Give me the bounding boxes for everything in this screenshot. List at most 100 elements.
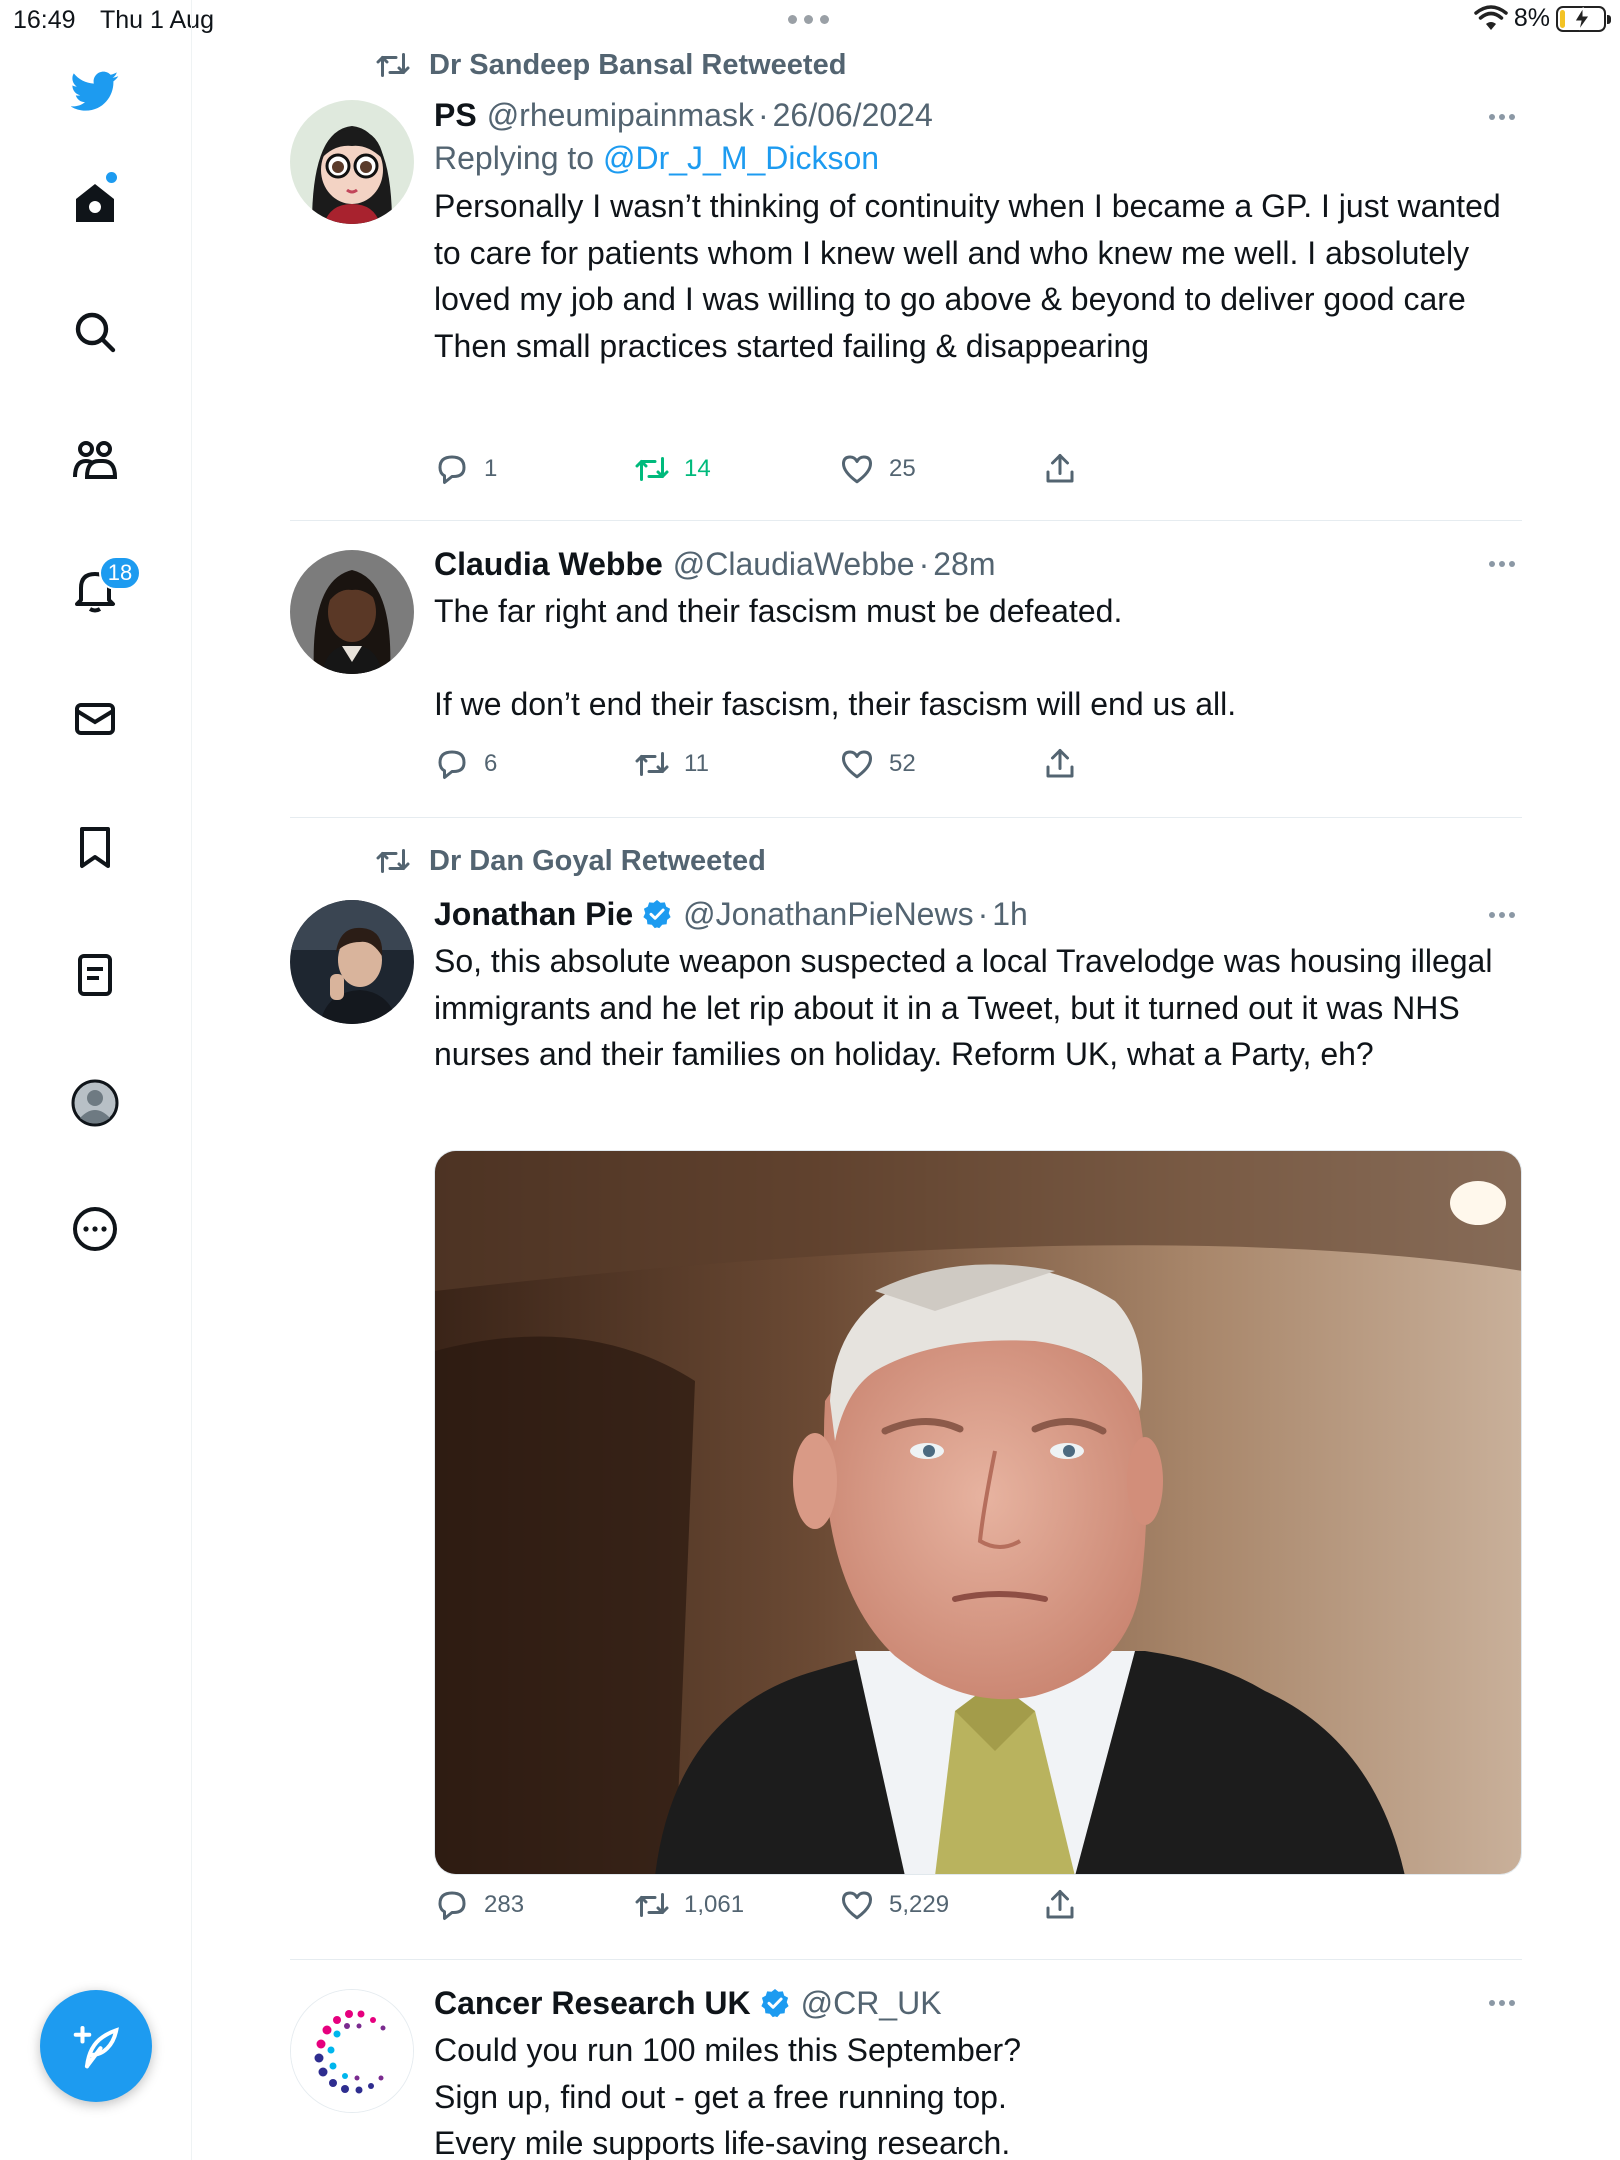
retweet-context[interactable]: Dr Sandeep Bansal Retweeted <box>375 45 846 85</box>
tweet-media-image[interactable] <box>434 1150 1522 1875</box>
share-button[interactable] <box>1042 746 1078 782</box>
tweet-timestamp[interactable]: 1h <box>992 894 1028 934</box>
replying-to: Replying to @Dr_J_M_Dickson <box>434 135 1522 181</box>
tweet-author-name[interactable]: PS <box>434 95 477 135</box>
avatar[interactable] <box>290 1989 414 2113</box>
tweet-author-name[interactable]: Claudia Webbe <box>434 544 663 584</box>
tweet-author-name[interactable]: Cancer Research UK <box>434 1983 751 2023</box>
share-button[interactable] <box>1042 1887 1078 1923</box>
reply-icon <box>438 750 466 779</box>
tweet-author-handle[interactable]: @CR_UK <box>801 1983 942 2023</box>
tweet-author-handle[interactable]: @ClaudiaWebbe <box>673 544 915 584</box>
tweet-text: So, this absolute weapon suspected a loc… <box>434 943 1502 1072</box>
share-button[interactable] <box>1042 451 1078 487</box>
retweet-button[interactable]: 11 <box>634 746 709 782</box>
profile-icon[interactable] <box>66 1074 124 1132</box>
reply-icon <box>438 1891 466 1920</box>
tweet-author-name[interactable]: Jonathan Pie <box>434 894 633 934</box>
avatar[interactable] <box>290 550 414 674</box>
tweet-header: Cancer Research UK @CR_UK <box>434 1983 1522 2023</box>
verified-badge-icon <box>643 900 671 929</box>
tweet-card[interactable]: Dr Sandeep Bansal Retweeted PS @rheumipa… <box>290 40 1522 521</box>
separator-dot: · <box>918 546 930 582</box>
like-button[interactable]: 25 <box>839 451 916 487</box>
more-icon[interactable] <box>66 1200 124 1258</box>
like-count: 25 <box>889 455 916 482</box>
retweet-context-text: Dr Dan Goyal Retweeted <box>429 844 766 877</box>
retweet-count: 11 <box>684 750 709 777</box>
heart-icon <box>842 455 872 484</box>
tweet-more-button[interactable] <box>1482 900 1522 930</box>
like-count: 5,229 <box>889 1891 950 1918</box>
bookmarks-icon[interactable] <box>66 818 124 876</box>
retweet-context[interactable]: Dr Dan Goyal Retweeted <box>375 841 766 881</box>
retweet-context-text: Dr Sandeep Bansal Retweeted <box>429 48 847 81</box>
share-icon <box>1046 454 1074 483</box>
home-icon[interactable] <box>66 174 124 232</box>
reply-count: 6 <box>484 750 498 777</box>
tweet-header: Jonathan Pie @JonathanPieNews · 1h <box>434 894 1522 934</box>
retweet-icon <box>376 849 410 873</box>
separator-dot: · <box>757 97 769 133</box>
sidebar: 18 <box>0 0 192 2160</box>
separator-dot: · <box>977 896 989 932</box>
tweet-text: The far right and their fascism must be … <box>434 593 1237 722</box>
tweet-more-button[interactable] <box>1482 1988 1522 2018</box>
like-button[interactable]: 52 <box>839 746 916 782</box>
retweet-button[interactable]: 1,061 <box>634 1887 744 1923</box>
heart-icon <box>842 1891 872 1920</box>
compose-button[interactable] <box>40 1990 152 2102</box>
tweet-more-button[interactable] <box>1482 102 1522 132</box>
communities-icon[interactable] <box>66 432 124 490</box>
verified-badge-icon <box>760 1989 789 2018</box>
reply-button[interactable]: 283 <box>434 1887 524 1923</box>
tweet-card[interactable]: Dr Dan Goyal Retweeted Jonathan Pie @Jon… <box>290 818 1522 1960</box>
notifications-badge: 18 <box>99 556 141 590</box>
like-button[interactable]: 5,229 <box>839 1887 949 1923</box>
heart-icon <box>842 750 872 779</box>
battery-icon <box>1556 5 1611 32</box>
tweet-author-handle[interactable]: @JonathanPieNews <box>683 894 973 934</box>
twitter-logo-icon[interactable] <box>66 62 124 120</box>
tweet-header: PS @rheumipainmask · 26/06/2024 <box>434 95 1522 135</box>
timeline: Dr Sandeep Bansal Retweeted PS @rheumipa… <box>290 40 1522 2160</box>
tweet-card[interactable]: Cancer Research UK @CR_UK Could you run … <box>290 1960 1522 2160</box>
charging-bolt-icon <box>1574 6 1590 30</box>
messages-icon[interactable] <box>66 690 124 748</box>
replying-to-handle[interactable]: @Dr_J_M_Dickson <box>603 140 879 176</box>
reply-icon <box>438 455 466 484</box>
avatar[interactable] <box>290 100 414 224</box>
status-bar: 16:49 Thu 1 Aug 8% <box>0 0 1620 40</box>
tweet-author-handle[interactable]: @rheumipainmask <box>487 95 754 135</box>
tweet-card[interactable]: Claudia Webbe @ClaudiaWebbe · 28m The fa… <box>290 521 1522 818</box>
compose-feather-icon <box>73 2025 119 2069</box>
retweet-icon <box>635 457 669 481</box>
home-new-dot <box>106 172 117 183</box>
retweet-icon <box>635 752 669 776</box>
tweet-timestamp[interactable]: 28m <box>933 544 995 584</box>
like-count: 52 <box>889 750 916 777</box>
lists-icon[interactable] <box>66 946 124 1004</box>
search-icon[interactable] <box>66 303 124 361</box>
wifi-icon <box>1474 4 1508 30</box>
share-icon <box>1046 1890 1074 1919</box>
tweet-more-button[interactable] <box>1482 549 1522 579</box>
tweet-timestamp[interactable]: 26/06/2024 <box>773 95 933 135</box>
tweet-text: Personally I wasn’t thinking of continui… <box>434 188 1501 364</box>
retweet-count: 1,061 <box>684 1891 745 1918</box>
reply-count: 1 <box>484 455 498 482</box>
reply-button[interactable]: 1 <box>434 451 497 487</box>
reply-count: 283 <box>484 1891 525 1918</box>
multitasking-dots-icon[interactable] <box>788 6 834 32</box>
tweet-text: Could you run 100 miles this September? … <box>434 2032 1021 2160</box>
retweet-icon <box>376 53 410 77</box>
retweet-count: 14 <box>684 455 711 482</box>
tweet-header: Claudia Webbe @ClaudiaWebbe · 28m <box>434 544 1522 584</box>
battery-percent: 8% <box>1513 4 1550 32</box>
share-icon <box>1046 749 1074 778</box>
avatar[interactable] <box>290 900 414 1024</box>
replying-to-label: Replying to <box>434 140 595 176</box>
retweet-icon <box>635 1893 669 1917</box>
retweet-button[interactable]: 14 <box>634 451 711 487</box>
reply-button[interactable]: 6 <box>434 746 497 782</box>
